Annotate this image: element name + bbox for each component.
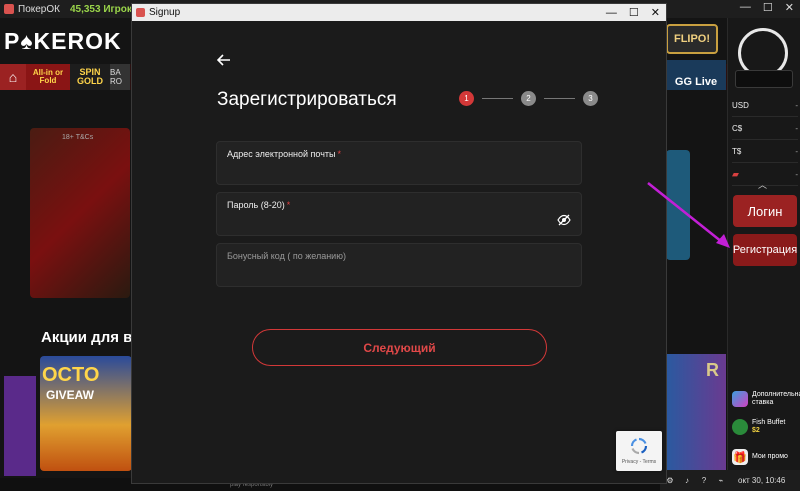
- signup-window-controls: — ☐ ✕: [606, 4, 660, 21]
- app-title: ПокерОК: [18, 3, 60, 15]
- promo-card-subtitle: GIVEAW: [46, 388, 95, 402]
- currency-balance: -: [795, 146, 798, 156]
- side-promo-my-promos[interactable]: 🎁 Мои промо: [732, 446, 798, 468]
- chevron-up-icon[interactable]: ︿: [758, 178, 767, 191]
- bonus-code-input[interactable]: [227, 266, 547, 282]
- close-button[interactable]: ✕: [785, 1, 794, 14]
- help-icon[interactable]: ?: [697, 476, 711, 485]
- currency-code: USD: [732, 100, 749, 110]
- signup-titlebar: Signup — ☐ ✕: [132, 4, 666, 21]
- currency-code: C$: [732, 123, 743, 133]
- signup-maximize-button[interactable]: ☐: [629, 6, 639, 19]
- banner-age-note: 18+ T&Cs: [62, 134, 94, 141]
- bonus-code-label: Бонусный код ( по желанию): [227, 251, 346, 261]
- promo-banner-right[interactable]: [666, 150, 690, 260]
- next-button[interactable]: Следующий: [252, 329, 547, 366]
- currency-balance: -: [795, 169, 798, 179]
- promos-heading: Акции для ва: [41, 329, 141, 346]
- gift-icon: 🎁: [732, 449, 748, 465]
- ticket-icon: ▰: [732, 168, 739, 179]
- password-input[interactable]: [227, 215, 547, 231]
- signup-close-button[interactable]: ✕: [651, 6, 660, 19]
- signup-heading: Зарегистрироваться: [217, 89, 397, 110]
- currency-balance: -: [795, 123, 798, 133]
- promo-card-left[interactable]: [4, 376, 36, 476]
- signup-minimize-button[interactable]: —: [606, 7, 617, 19]
- fish-buffet-amount: $2: [752, 427, 760, 434]
- recaptcha-icon: [630, 437, 648, 455]
- app-window-controls: — ☐ ✕: [740, 1, 794, 14]
- fish-buffet-icon: [732, 419, 748, 435]
- fish-buffet-title: Fish Buffet: [752, 419, 786, 426]
- password-label: Пароль (8-20) *: [227, 200, 290, 210]
- email-label-text: Адрес электронной почты: [227, 149, 336, 159]
- promo-card-right-letter: R: [706, 360, 719, 380]
- step-indicator-2: 2: [521, 91, 536, 106]
- side-promo-label: Fish Buffet $2: [752, 419, 785, 435]
- required-marker: *: [286, 200, 291, 210]
- maximize-button[interactable]: ☐: [763, 1, 773, 14]
- side-promo-label: Мои промо: [752, 453, 788, 460]
- signup-dialog: Signup — ☐ ✕ Зарегистрироваться 1 2 3 Ад…: [131, 3, 667, 484]
- side-promo-extra-bet[interactable]: Дополнительная ставка: [732, 388, 800, 410]
- minimize-button[interactable]: —: [740, 1, 751, 14]
- taskbar: ⚙ ♪ ? ⌁ окт 30, 10:46: [660, 470, 800, 491]
- recaptcha-links[interactable]: Privacy - Terms: [616, 459, 662, 465]
- side-promo-fish-buffet[interactable]: Fish Buffet $2: [732, 416, 798, 438]
- signup-stepper: 1 2 3: [459, 91, 598, 106]
- home-icon[interactable]: ⌂: [0, 64, 26, 90]
- back-arrow-icon[interactable]: [216, 53, 231, 71]
- signup-window-title: Signup: [149, 7, 181, 18]
- promo-banner[interactable]: 18+ T&Cs: [30, 128, 130, 298]
- side-promo-label: Дополнительная ставка: [752, 391, 800, 406]
- login-button[interactable]: Логин: [733, 195, 797, 227]
- promo-card-october[interactable]: OCTO GIVEAW: [40, 356, 132, 471]
- password-label-text: Пароль (8-20): [227, 200, 285, 210]
- flipo-banner[interactable]: FLIPO!: [666, 24, 718, 54]
- currency-code: T$: [732, 146, 742, 156]
- currency-balance: -: [795, 100, 798, 110]
- signup-window-icon: [136, 8, 145, 17]
- promo-card-title: OCTO: [42, 364, 100, 386]
- step-indicator-1: 1: [459, 91, 474, 106]
- app-logo-icon: [4, 4, 14, 14]
- nickname-box: [735, 70, 793, 88]
- step-indicator-3: 3: [583, 91, 598, 106]
- promo-card-right[interactable]: R: [666, 354, 726, 472]
- register-button[interactable]: Регистрация: [733, 234, 797, 266]
- currency-row-cad: C$ -: [732, 117, 798, 140]
- recaptcha-badge[interactable]: Privacy - Terms: [616, 431, 662, 471]
- account-sidebar: USD - C$ - T$ - ▰ - ︿ Логин Регистрация …: [727, 18, 800, 470]
- game-tile-allin[interactable]: All-in or Fold: [26, 64, 70, 90]
- email-label: Адрес электронной почты *: [227, 149, 341, 159]
- currency-balances: USD - C$ - T$ - ▰ -: [732, 94, 798, 186]
- app-window: ПокерОК 45,353 Игроков он — ☐ ✕ P♠KEROK …: [0, 0, 800, 491]
- game-tile-spin-gold[interactable]: SPIN GOLD: [70, 64, 110, 90]
- step-connector: [482, 98, 513, 99]
- currency-row-tournament: T$ -: [732, 140, 798, 163]
- sound-icon[interactable]: ♪: [680, 476, 694, 485]
- taskbar-clock: окт 30, 10:46: [738, 476, 786, 485]
- pokerok-logo[interactable]: P♠KEROK: [4, 28, 122, 55]
- email-input[interactable]: [227, 164, 547, 180]
- email-field[interactable]: Адрес электронной почты *: [216, 141, 582, 185]
- extra-bet-icon: [732, 391, 748, 407]
- step-connector: [544, 98, 575, 99]
- eye-slash-icon[interactable]: [557, 214, 571, 226]
- connection-icon[interactable]: ⌁: [714, 476, 728, 485]
- bonus-code-field[interactable]: Бонусный код ( по желанию): [216, 243, 582, 287]
- currency-row-usd: USD -: [732, 94, 798, 117]
- gg-live-tile[interactable]: GG Live: [666, 60, 726, 90]
- game-tile-partial[interactable]: BA RO: [110, 64, 130, 90]
- required-marker: *: [337, 149, 342, 159]
- password-field[interactable]: Пароль (8-20) *: [216, 192, 582, 236]
